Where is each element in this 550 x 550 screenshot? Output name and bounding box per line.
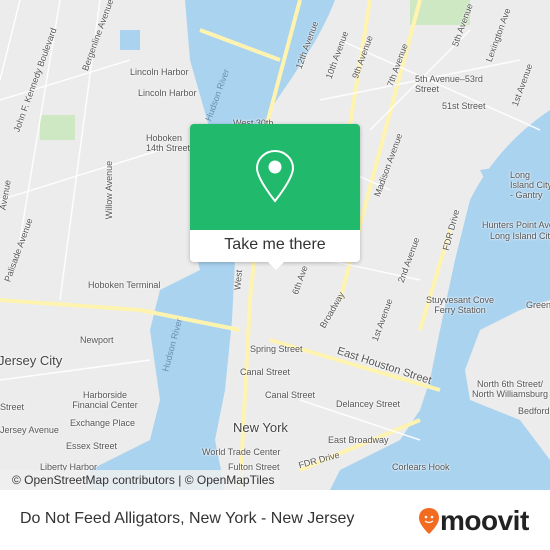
map-label: Hoboken 14th Street	[146, 133, 191, 153]
map-label: Lincoln Harbor	[138, 88, 197, 98]
map-label: Long Island City	[490, 231, 550, 241]
map-label: 51st Street	[442, 101, 486, 111]
map-label: Harborside Financial Center	[72, 390, 138, 410]
map-label: West	[232, 269, 245, 291]
map-label: Corlears Hook	[392, 462, 450, 472]
map-label: North 6th Street/ North Williamsburg	[471, 379, 549, 399]
map-label: Street	[0, 402, 25, 412]
map-label: Essex Street	[66, 441, 118, 451]
popup-header	[190, 124, 360, 230]
map-label: Willow Avenue	[104, 160, 115, 220]
map-label: 5th Avenue–53rd Street	[415, 74, 483, 94]
map-label: Spring Street	[250, 344, 303, 354]
map-label: East Broadway	[328, 435, 389, 445]
map-label: Hunters Point Avenue	[482, 220, 550, 230]
map-attribution[interactable]: © OpenStreetMap contributors | © OpenMap…	[0, 470, 281, 490]
map[interactable]: 12th Avenue 10th Avenue 9th Avenue 7th A…	[0, 0, 550, 490]
moovit-pin-icon	[419, 508, 439, 534]
take-me-there-button[interactable]: Take me there	[190, 230, 360, 262]
map-label: Hoboken Terminal	[88, 280, 161, 290]
map-label: Jersey City	[0, 353, 63, 368]
map-label: Newport	[80, 335, 114, 345]
map-label: Greenpoint	[526, 300, 550, 310]
map-label: Exchange Place	[70, 418, 136, 428]
map-label: Lincoln Harbor	[130, 67, 189, 77]
map-label: Canal Street	[265, 390, 316, 400]
map-label: Bedford	[518, 406, 550, 416]
map-pin-icon	[255, 149, 295, 203]
moovit-wordmark: moovit	[440, 505, 529, 536]
map-label: New York	[233, 420, 288, 435]
map-label: Long Island City - Gantry	[510, 170, 550, 200]
map-label: Delancey Street	[336, 399, 401, 409]
destination-popup: Take me there	[190, 124, 360, 270]
map-label: World Trade Center	[202, 447, 281, 457]
map-label: Canal Street	[240, 367, 291, 377]
popup-pointer	[268, 262, 284, 270]
moovit-logo: moovit	[418, 505, 529, 537]
map-label: Stuyvesant Cove Ferry Station	[425, 295, 495, 315]
location-title: Do Not Feed Alligators, New York - New J…	[20, 510, 355, 527]
map-label: Jersey Avenue	[0, 425, 59, 435]
